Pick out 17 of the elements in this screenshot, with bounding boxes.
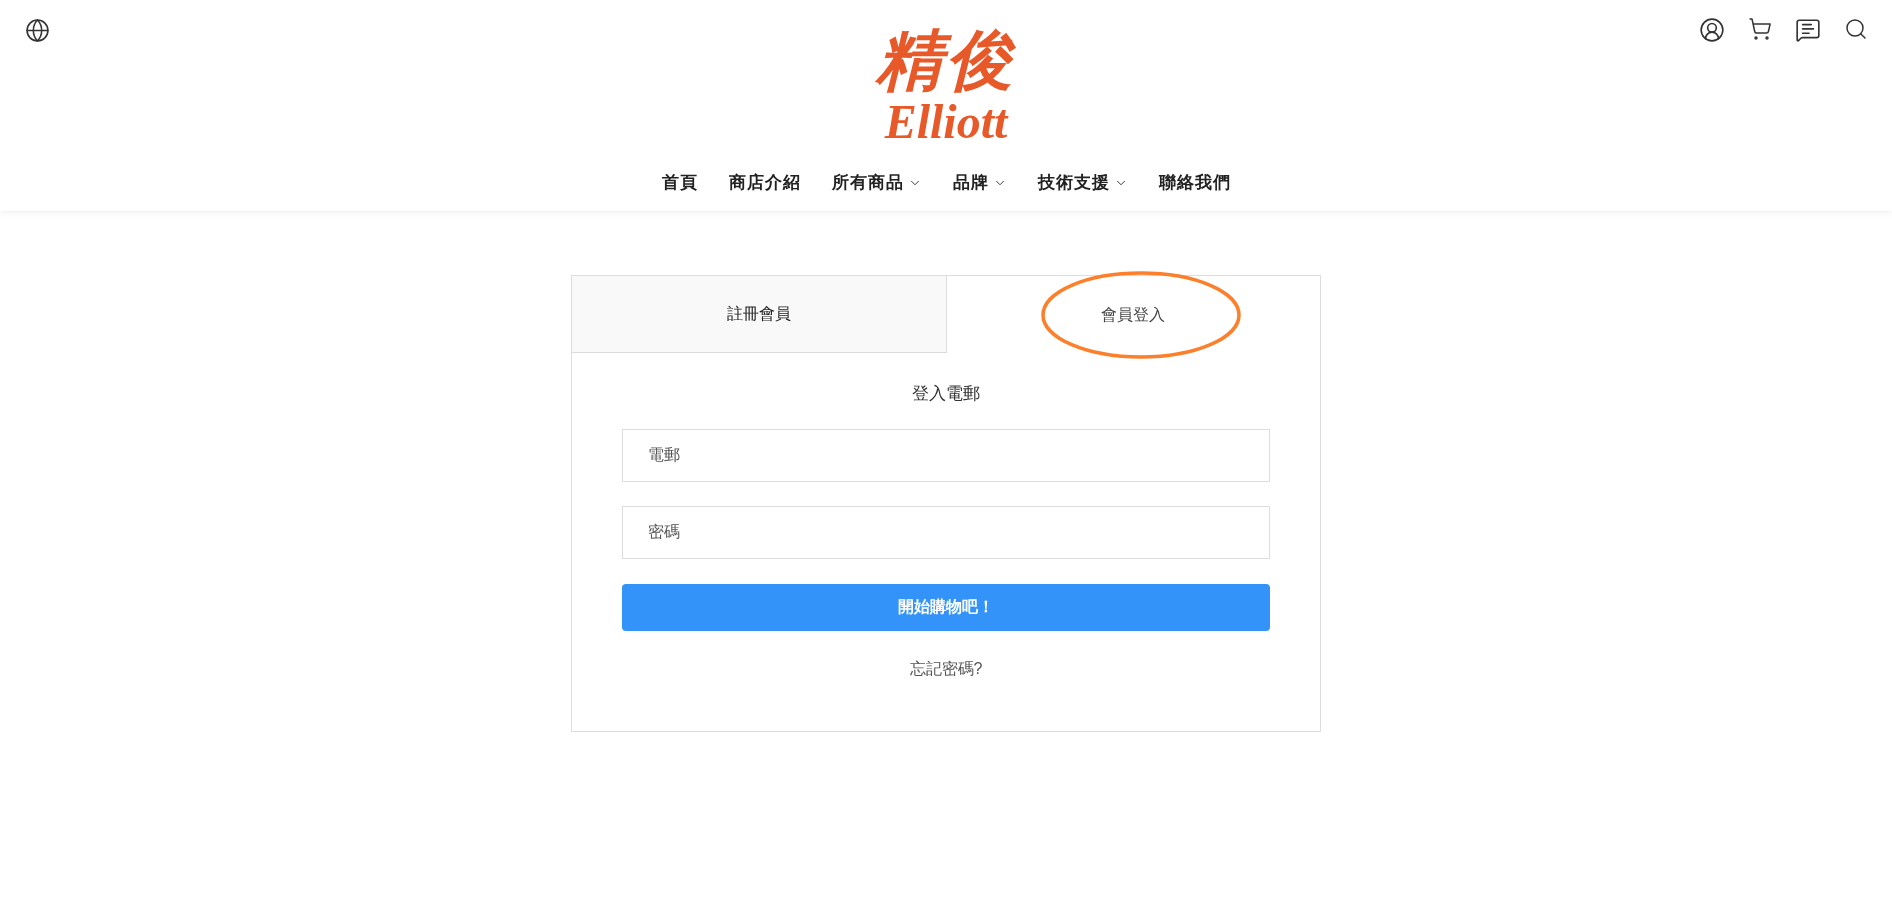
- nav-link[interactable]: 所有商品: [831, 170, 922, 196]
- email-field[interactable]: 電郵: [622, 428, 1270, 482]
- form-title: 登入電郵: [912, 383, 980, 405]
- cart-icon[interactable]: [1748, 17, 1772, 41]
- forgot-password-link[interactable]: 忘記密碼?: [909, 656, 983, 681]
- logo[interactable]: 精俊 Elliott: [876, 28, 1016, 146]
- message-icon[interactable]: [1795, 17, 1821, 43]
- nav-link[interactable]: 技術支援: [1037, 170, 1128, 196]
- nav-link[interactable]: 商店介紹: [728, 170, 801, 196]
- search-icon[interactable]: [1844, 17, 1868, 41]
- password-field[interactable]: 密碼: [622, 505, 1270, 559]
- tab[interactable]: 註冊會員: [572, 276, 947, 353]
- globe-icon[interactable]: [25, 18, 50, 43]
- nav-link[interactable]: 品牌: [952, 170, 1007, 196]
- account-icon[interactable]: [1699, 17, 1725, 43]
- nav-link[interactable]: 聯絡我們: [1158, 170, 1231, 196]
- nav-link[interactable]: 首頁: [661, 170, 698, 196]
